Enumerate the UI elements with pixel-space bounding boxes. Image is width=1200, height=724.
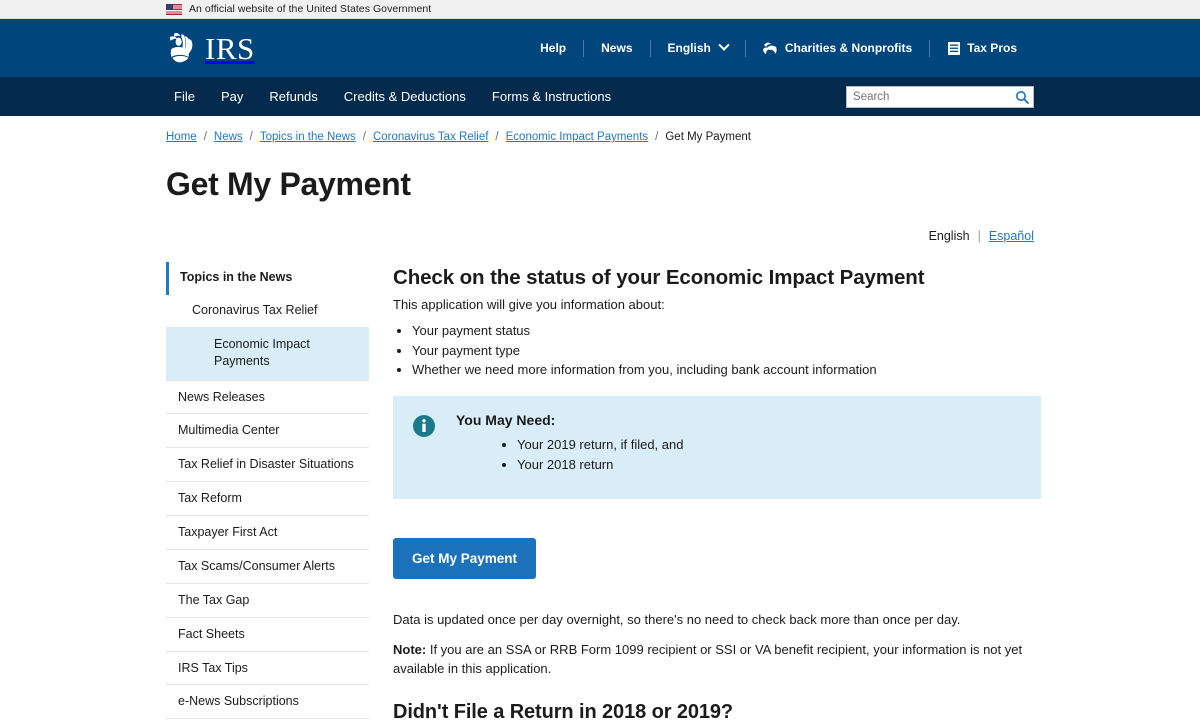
sidebar-item-coronavirus-tax-relief[interactable]: Coronavirus Tax Relief [166,295,369,327]
language-separator: | [977,229,981,243]
list-item: Your payment type [412,341,1041,361]
util-link-news[interactable]: News [584,41,649,55]
breadcrumb-item-current: Get My Payment [665,131,751,143]
breadcrumb-item-topics-in-the-news[interactable]: Topics in the News [260,131,356,143]
main-content: Check on the status of your Economic Imp… [369,262,1041,724]
util-link-help-label: Help [540,41,567,55]
sidebar-item-enews-subscriptions[interactable]: e-News Subscriptions [166,685,369,720]
util-link-help[interactable]: Help [523,41,583,55]
chevron-down-icon [718,39,730,51]
sidebar-item-irs-tax-tips[interactable]: IRS Tax Tips [166,652,369,686]
nav-item-credits-deductions[interactable]: Credits & Deductions [344,89,492,104]
sidebar-item-news-releases[interactable]: News Releases [166,379,369,415]
language-toggle: English | Español [166,229,1034,243]
nav-item-forms-instructions[interactable]: Forms & Instructions [492,89,637,104]
sidebar-item-fact-sheets[interactable]: Fact Sheets [166,618,369,652]
utility-nav: Help News English Charities & Nonprofits [523,39,1034,57]
irs-eagle-logo [169,32,193,63]
callout-title: You May Need: [456,412,556,429]
tax-pros-book-icon [948,41,961,55]
eligibility-note: Note: If you are an SSA or RRB Form 1099… [393,641,1041,679]
search-icon [1016,90,1029,104]
util-link-tax-pros-label: Tax Pros [967,41,1017,55]
util-link-news-label: News [601,41,633,55]
primary-nav: File Pay Refunds Credits & Deductions Fo… [166,89,637,104]
nav-item-refunds[interactable]: Refunds [269,89,343,104]
note-text: If you are an SSA or RRB Form 1099 recip… [393,641,1023,676]
info-list: Your payment status Your payment type Wh… [393,321,1041,380]
page-body: Home / News / Topics in the News / Coron… [0,116,1200,724]
util-link-charities-label: Charities & Nonprofits [784,41,913,55]
sidebar-item-tax-reform[interactable]: Tax Reform [166,482,369,516]
irs-logo-text: IRS [205,30,255,66]
update-frequency-note: Data is updated once per day overnight, … [393,612,961,628]
get-my-payment-button[interactable]: Get My Payment [393,538,537,580]
notes-section: Data is updated once per day overnight, … [393,611,1041,679]
search-input[interactable] [846,85,1034,108]
note-label: Note: [393,641,427,657]
list-item: Whether we need more information from yo… [412,360,1041,380]
language-active: English [928,229,970,243]
breadcrumb-item-news[interactable]: News [214,131,243,143]
list-item: Your payment status [412,321,1041,341]
breadcrumb-item-economic-impact-payments[interactable]: Economic Impact Payments [506,131,649,143]
content-heading: Check on the status of your Economic Imp… [393,266,925,289]
sidebar-item-tax-relief-disaster[interactable]: Tax Relief in Disaster Situations [166,448,369,483]
breadcrumb-separator: / [655,131,659,143]
sidebar-item-taxpayer-first-act[interactable]: Taxpayer First Act [166,516,369,550]
breadcrumb-item-coronavirus-tax-relief[interactable]: Coronavirus Tax Relief [373,131,488,143]
breadcrumb-separator: / [362,131,366,143]
you-may-need-callout: You May Need: Your 2019 return, if filed… [393,396,1041,500]
us-flag-icon [166,3,182,15]
nav-item-pay[interactable]: Pay [221,89,269,104]
list-item: Your 2019 return, if filed, and [517,435,683,455]
nav-item-file[interactable]: File [166,89,221,104]
callout-list: Your 2019 return, if filed, and Your 201… [456,435,683,474]
breadcrumb-separator: / [203,131,207,143]
language-selector[interactable]: English [651,39,745,55]
page-title: Get My Payment [166,166,411,202]
primary-nav-bar: File Pay Refunds Credits & Deductions Fo… [0,77,1200,116]
util-link-tax-pros[interactable]: Tax Pros [930,41,1034,56]
sidebar-item-economic-impact-payments[interactable]: Economic Impact Payments [166,326,369,380]
util-link-charities[interactable]: Charities & Nonprofits [746,41,929,55]
content-intro: This application will give you informati… [393,297,665,312]
gov-banner-text: An official website of the United States… [189,3,432,15]
sidebar-item-topics-in-the-news[interactable]: Topics in the News [166,262,369,295]
language-espanol-link[interactable]: Español [989,229,1034,243]
info-circle-icon [413,415,435,442]
bottom-heading: Didn't File a Return in 2018 or 2019? [393,700,734,723]
breadcrumb: Home / News / Topics in the News / Coron… [166,116,1034,143]
breadcrumb-separator: / [495,131,499,143]
breadcrumb-item-home[interactable]: Home [166,131,197,143]
sidebar-item-tax-scams[interactable]: Tax Scams/Consumer Alerts [166,550,369,584]
search-box [846,85,1034,108]
sidebar-item-the-tax-gap[interactable]: The Tax Gap [166,584,369,618]
list-item: Your 2018 return [517,455,683,475]
language-selector-label: English [667,41,711,55]
search-button[interactable] [1013,88,1031,106]
sidebar-item-multimedia-center[interactable]: Multimedia Center [166,414,369,449]
sidebar-nav: Topics in the News Coronavirus Tax Relie… [166,262,369,720]
charities-icon [762,42,777,54]
breadcrumb-separator: / [249,131,253,143]
irs-logo-link[interactable]: IRS [166,31,255,65]
site-header: IRS Help News English Charities & Nonpro… [0,19,1200,77]
gov-banner: An official website of the United States… [0,0,1200,19]
